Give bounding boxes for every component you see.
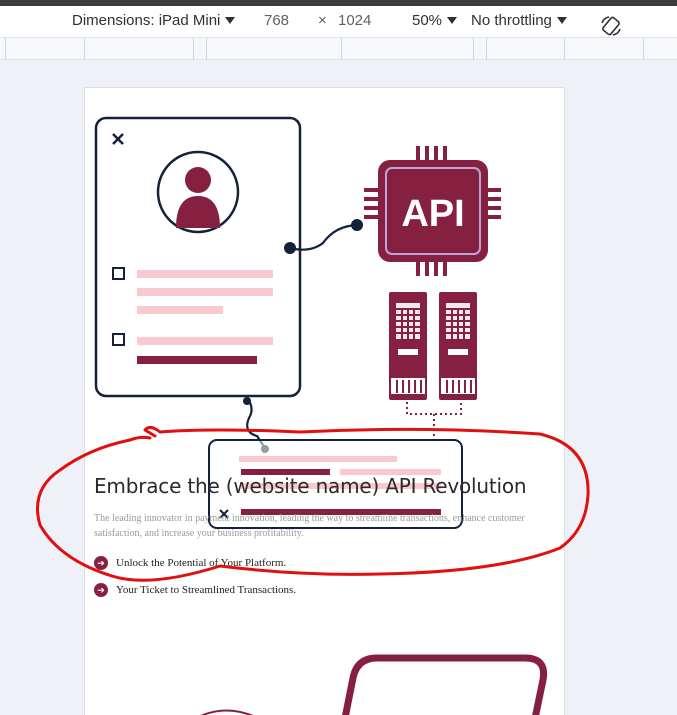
chevron-down-icon xyxy=(447,17,458,24)
device-viewport: API Embrace the (website name) API Revol… xyxy=(0,61,677,715)
throttling-label: No throttling xyxy=(471,12,552,29)
zoom-label: 50% xyxy=(412,12,443,29)
device-dimensions-label: Dimensions: iPad Mini xyxy=(72,12,221,29)
server-icon xyxy=(389,292,477,400)
ruler-mark xyxy=(341,38,342,60)
height-input[interactable]: 1024 xyxy=(338,12,371,29)
list-item: ➔ Your Ticket to Streamlined Transaction… xyxy=(94,583,296,597)
ruler-mark xyxy=(486,38,487,60)
media-query-ruler xyxy=(0,38,677,60)
throttling-dropdown[interactable]: No throttling xyxy=(471,12,567,29)
hero-illustration: API xyxy=(94,116,548,715)
ruler-mark xyxy=(643,38,644,60)
page-description: The leading innovator in payment innovat… xyxy=(94,513,525,539)
arrow-circle-icon: ➔ xyxy=(94,556,108,570)
avatar-head xyxy=(185,167,211,193)
ruler-mark xyxy=(193,38,194,60)
device-toolbar: Dimensions: iPad Mini 768 × 1024 50% No … xyxy=(0,6,677,38)
rotate-icon[interactable] xyxy=(600,15,622,37)
list-item-text: Unlock the Potential of Your Platform. xyxy=(116,557,287,569)
api-label: API xyxy=(401,193,464,235)
ruler-mark xyxy=(473,38,474,60)
ruler-mark xyxy=(206,38,207,60)
list-item-text: Your Ticket to Streamlined Transactions. xyxy=(116,584,297,596)
device-frame-shape xyxy=(342,654,548,715)
arrow-circle-icon: ➔ xyxy=(94,583,108,597)
width-input[interactable]: 768 xyxy=(264,12,289,29)
device-dimensions-dropdown[interactable]: Dimensions: iPad Mini xyxy=(72,12,236,29)
ruler-mark xyxy=(564,38,565,60)
chevron-down-icon xyxy=(556,17,567,24)
device-page: API Embrace the (website name) API Revol… xyxy=(84,87,565,715)
list-item: ➔ Unlock the Potential of Your Platform. xyxy=(94,556,286,570)
zoom-dropdown[interactable]: 50% xyxy=(412,12,458,29)
ruler-mark xyxy=(84,38,85,60)
times-sign: × xyxy=(318,12,327,29)
ruler-mark xyxy=(5,38,6,60)
chevron-down-icon xyxy=(225,17,236,24)
page-headline: Embrace the (website name) API Revolutio… xyxy=(94,474,527,498)
